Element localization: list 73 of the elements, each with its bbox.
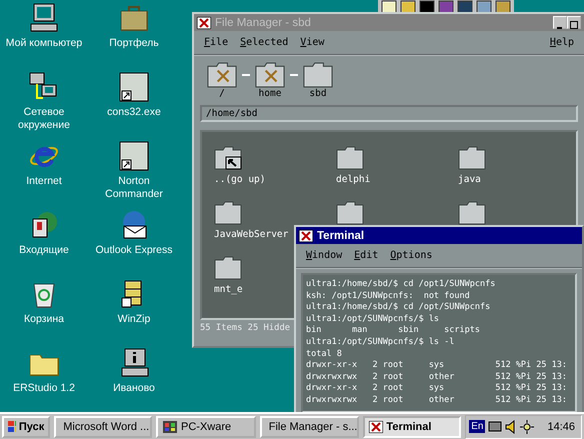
menu-item[interactable]: Window [306,250,342,261]
path-field[interactable]: /home/sbd [200,105,578,122]
menu-item[interactable]: View [300,37,324,48]
folder-icon[interactable] [302,62,334,88]
taskbar-button[interactable]: Microsoft Word ... [54,416,152,438]
folder-icon[interactable] [214,201,242,225]
desktop-icon-label[interactable]: Сетевое окружение [0,106,88,132]
windows-flag-icon [8,420,16,432]
sun-icon[interactable] [520,420,534,434]
path-segment-label[interactable]: home [258,88,282,99]
maximize-button[interactable] [567,16,581,29]
menu-item[interactable]: Options [390,250,432,261]
file-name[interactable]: delphi [336,174,370,185]
terminal-line: drwxr-xr-x 2 root sys 512 %Pi 25 13: [306,383,568,395]
terminal-line: ultra1:/opt/SUNWpcnfs/$ ls [306,314,440,326]
minimize-button[interactable] [553,16,567,29]
path-segment-label[interactable]: / [219,88,225,99]
desktop-icon-label[interactable]: WinZip [118,313,150,326]
terminal-line: drwxr-xr-x 2 root sys 512 %Pi 25 13: [306,360,568,372]
clock: 14:46 [547,420,575,432]
crossed-tools-folder-icon[interactable] [206,62,238,88]
desktop-icon-label[interactable]: cons32.exe [107,106,161,119]
window-title: File Manager - sbd [215,16,311,28]
terminal-line: bin man sbin scripts [306,325,481,337]
terminal-line: ultra1:/home/sbd/$ cd /opt1/SUNWpcnfs [306,279,496,291]
menu-item[interactable]: Edit [354,250,378,261]
folder-icon[interactable] [458,201,486,225]
taskbar-button[interactable]: Terminal [363,416,462,438]
folder-icon[interactable] [214,256,242,280]
taskbar-button[interactable]: File Manager - s... [260,416,360,438]
menu-item[interactable]: File [204,37,228,48]
desktop-icon-label[interactable]: ERStudio 1.2 [13,382,75,395]
desktop-icon-label[interactable]: Internet [26,175,62,188]
desktop-icon-label[interactable]: Norton Commander [90,175,178,201]
start-button[interactable]: Пуск [2,416,50,438]
x-logo-icon [299,230,313,242]
terminal-line: ultra1:/opt/SUNWpcnfs/$ ls -l [306,336,456,349]
x-logo-icon [369,420,384,432]
terminal-line: drwxrwxrwx 2 root other 512 %Pi 25 13: [306,372,568,384]
file-name[interactable]: java [458,174,481,185]
desktop-icon-label[interactable]: Иваново [113,382,155,395]
terminal-line: drwxrwxrwx 2 root other 512 %Pi 25 13: [306,394,568,407]
status-text: 55 Items 25 Hidde [200,323,290,333]
folder-icon[interactable] [458,146,486,170]
window-title: Terminal [317,230,364,242]
monitor-icon [162,420,178,434]
path-segment-label[interactable]: sbd [309,88,327,99]
desktop-icon-label[interactable]: Входящие [19,244,69,257]
folder-icon[interactable] [336,201,364,225]
language-indicator[interactable]: En [469,420,486,433]
desktop-icon-label[interactable]: Мой компьютер [6,37,82,50]
crossed-tools-folder-icon[interactable] [254,62,286,88]
maximize-icon [570,21,578,29]
speaker-icon[interactable] [505,420,518,434]
monitor-icon[interactable] [488,420,502,434]
terminal-line: ultra1:/home/sbd/$ cd /opt/SUNWpcnfs [306,302,492,314]
desktop-icon-label[interactable]: Outlook Express [95,244,173,257]
desktop-icon-label[interactable]: Корзина [24,313,64,326]
terminal-line: total 8 [306,348,343,360]
application-icon[interactable] [118,71,150,103]
desktop-icon-label[interactable]: Портфель [109,37,159,50]
file-name[interactable]: ..(go up) [214,174,266,185]
file-name[interactable]: JavaWebServer [214,229,288,240]
menu-item[interactable]: Help [550,37,574,48]
terminal-line: ksh: /opt1/SUNWpcnfs: not found [306,290,471,302]
x-logo-icon [197,16,211,28]
menu-item[interactable]: Selected [240,37,288,48]
folder-icon[interactable] [336,146,364,170]
parent-folder-icon[interactable] [214,146,242,170]
computer-icon[interactable] [28,2,60,34]
taskbar-button[interactable]: PC-Xware [156,416,256,438]
application-icon[interactable] [118,140,150,172]
file-name[interactable]: mnt_e [214,284,243,295]
